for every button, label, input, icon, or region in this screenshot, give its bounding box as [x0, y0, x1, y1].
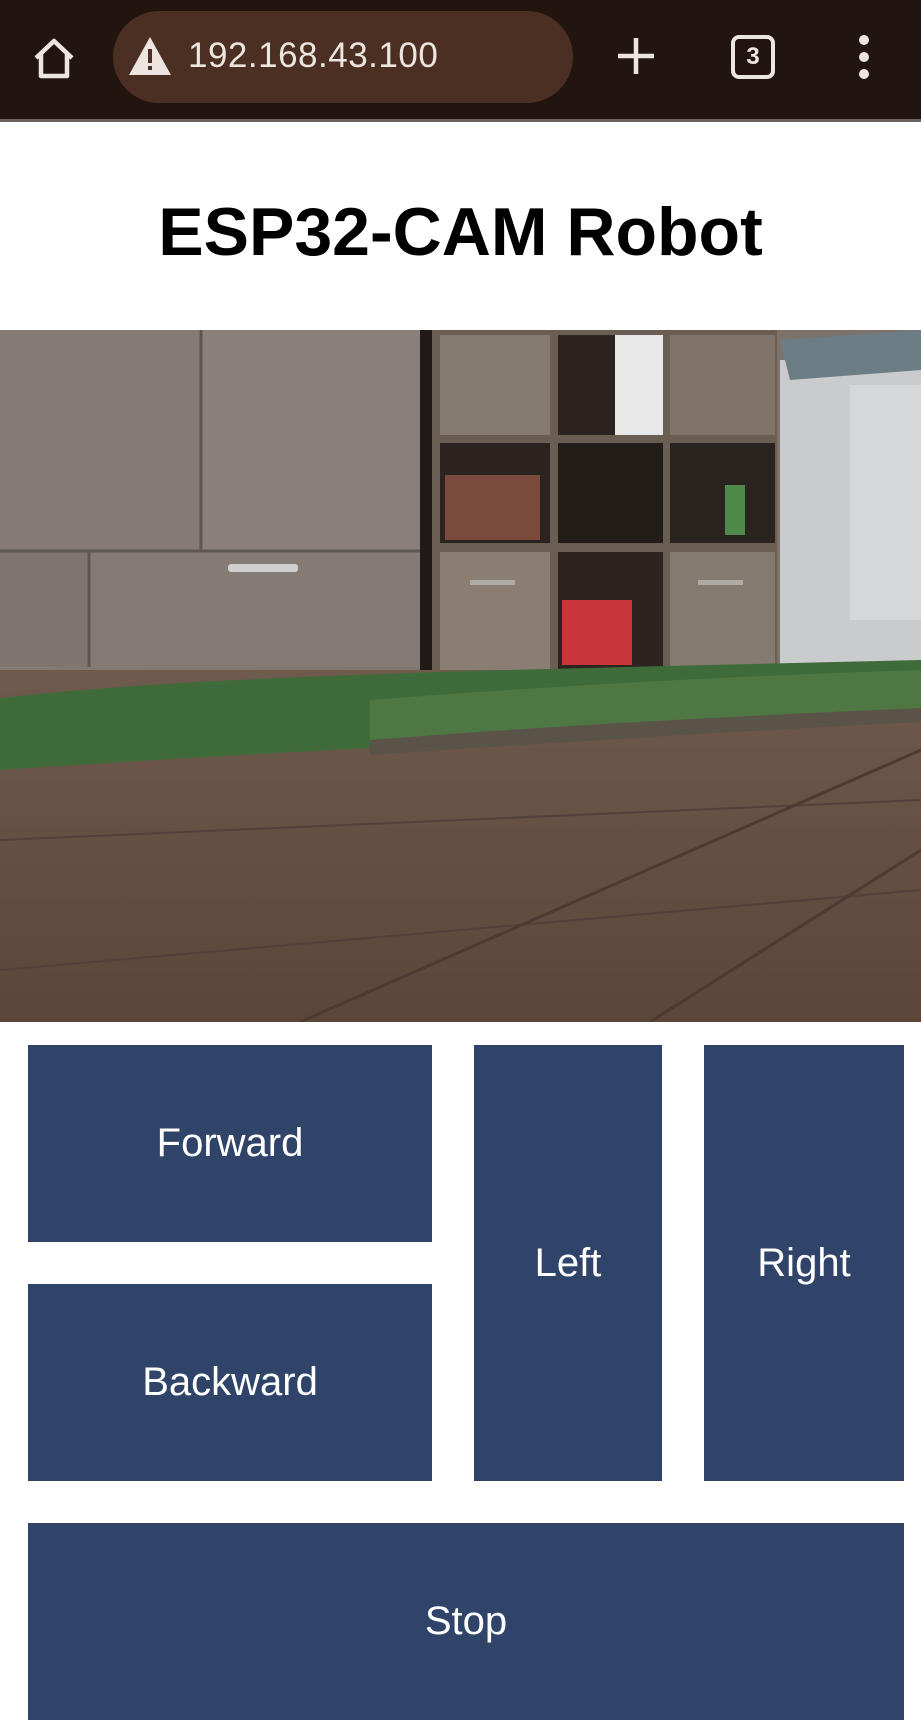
home-icon	[34, 38, 74, 79]
warning-icon[interactable]	[127, 35, 173, 77]
new-tab-button[interactable]	[614, 34, 658, 78]
camera-stream-image	[0, 330, 921, 1022]
browser-toolbar: 192.168.43.100 3	[0, 0, 921, 122]
stop-button[interactable]: Stop	[28, 1523, 904, 1720]
forward-button[interactable]: Forward	[28, 1045, 432, 1242]
backward-button[interactable]: Backward	[28, 1284, 432, 1481]
right-button[interactable]: Right	[704, 1045, 904, 1481]
address-bar[interactable]: 192.168.43.100	[113, 11, 573, 103]
left-button[interactable]: Left	[474, 1045, 662, 1481]
plus-icon	[618, 38, 654, 74]
url-text[interactable]: 192.168.43.100	[188, 33, 438, 79]
page-title: ESP32-CAM Robot	[158, 194, 763, 270]
home-button[interactable]	[30, 34, 78, 82]
tab-count: 3	[746, 43, 760, 70]
tabs-icon[interactable]: 3	[731, 35, 775, 79]
more-vert-icon[interactable]	[852, 34, 876, 80]
